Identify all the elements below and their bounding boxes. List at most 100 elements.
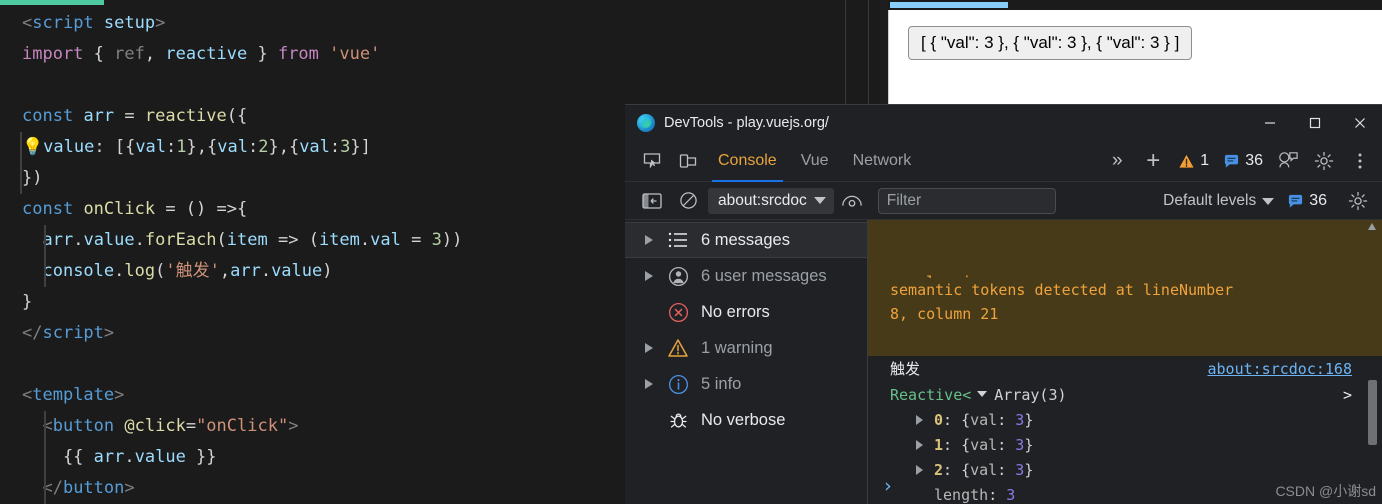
editor-progress-bar (0, 0, 104, 5)
code-token: . (124, 447, 135, 467)
code-token: onClick (83, 199, 156, 219)
chevron-down-icon (813, 197, 826, 204)
console-log-row[interactable]: 触发 about:srcdoc:168 (868, 356, 1382, 382)
more-options-icon[interactable] (1342, 146, 1378, 176)
code-token: value (83, 230, 135, 250)
tab-network-label: Network (852, 151, 912, 169)
lightbulb-icon[interactable]: 💡 (22, 137, 43, 157)
console-log-source-link[interactable]: about:srcdoc:168 (1208, 356, 1353, 382)
message-badge[interactable]: 36 (1223, 152, 1263, 170)
code-token: = (185, 416, 197, 436)
bug-icon (665, 410, 691, 431)
add-tab-button[interactable]: + (1135, 146, 1171, 176)
tab-vue-label: Vue (800, 151, 829, 169)
entry-expand-triangle-icon[interactable] (916, 465, 923, 475)
code-token: { (83, 44, 115, 64)
tab-network[interactable]: Network (841, 140, 924, 182)
devtools-titlebar[interactable]: DevTools - play.vuejs.org/ (625, 105, 1382, 140)
array-summary-label: Array(3) (994, 386, 1067, 404)
scrollbar-thumb[interactable] (1368, 380, 1377, 445)
sidebar-item-label: 1 warning (701, 338, 773, 357)
log-levels-selector[interactable]: Default levels (1163, 192, 1275, 210)
warning-badge[interactable]: 1 (1178, 152, 1209, 170)
close-icon[interactable] (1337, 105, 1382, 140)
console-array-entry[interactable]: 1: {val: 3} (868, 433, 1382, 458)
console-filter-input[interactable]: Filter (877, 187, 1056, 214)
entry-expand-triangle-icon[interactable] (916, 415, 923, 425)
code-token: . (359, 230, 371, 250)
code-token: } (247, 44, 278, 64)
sidebar-item-1-warning[interactable]: 1 warning (625, 330, 867, 366)
console-array-entry[interactable]: 2: {val: 3} (868, 458, 1382, 483)
code-token: import (22, 44, 84, 64)
console-array-entry[interactable]: 0: {val: 3} (868, 408, 1382, 433)
scrollbar-up-arrow-icon[interactable] (1366, 222, 1378, 231)
execution-context-selector[interactable]: about:srcdoc (708, 187, 834, 214)
console-settings-gear-icon[interactable] (1340, 186, 1376, 216)
sidebar-item-no-errors[interactable]: No errors (625, 294, 867, 330)
chevron-double-right-icon: » (1112, 150, 1123, 171)
code-token: @click (124, 416, 186, 436)
sidebar-item-6-messages[interactable]: 6 messages (625, 222, 867, 258)
code-token: value (271, 261, 323, 281)
code-token: )) (441, 230, 463, 250)
disclosure-triangle-icon[interactable] (643, 343, 655, 353)
expand-all-chevron-icon[interactable]: > (1343, 382, 1352, 408)
code-token: = () =>{ (155, 199, 248, 219)
entry-expand-triangle-icon[interactable] (916, 440, 923, 450)
more-tabs-icon[interactable]: » (1099, 146, 1135, 176)
code-token: item (226, 230, 268, 250)
tab-vue[interactable]: Vue (789, 140, 841, 182)
settings-gear-icon[interactable] (1306, 146, 1342, 176)
warning-icon (665, 338, 691, 358)
disclosure-triangle-icon[interactable] (643, 271, 655, 281)
code-token: }) (22, 168, 43, 188)
sidebar-item-no-verbose[interactable]: No verbose (625, 402, 867, 438)
warning-triangle-icon (1179, 154, 1194, 168)
preview-output-button[interactable]: [ { "val": 3 }, { "val": 3 }, { "val": 3… (908, 26, 1193, 60)
code-token: '触发' (165, 261, 220, 281)
csdn-watermark: CSDN @小谢sd (1275, 483, 1376, 499)
console-sidebar-toggle-icon[interactable] (634, 186, 670, 216)
code-token: log (124, 261, 156, 281)
disclosure-triangle-icon[interactable] (643, 235, 655, 245)
filter-right-controls: Default levels 36 (1163, 182, 1376, 220)
code-token: }] (350, 137, 371, 157)
tab-console[interactable]: Console (706, 140, 789, 182)
filter-message-badge[interactable]: 36 (1287, 192, 1327, 210)
clear-console-icon[interactable] (670, 186, 706, 216)
console-output[interactable]: overlapping semantic tokens detected at l… (868, 220, 1382, 504)
console-sidebar: 6 messages 6 user messages No errors 1 warn… (625, 220, 868, 504)
device-toolbar-icon[interactable] (670, 146, 706, 176)
code-token: . (260, 261, 272, 281)
console-warning-message[interactable]: overlapping semantic tokens detected at l… (868, 220, 1382, 356)
maximize-icon[interactable] (1292, 105, 1337, 140)
live-expression-eye-icon[interactable] (834, 186, 870, 216)
console-reactive-row[interactable]: Reactive< Array(3) > (868, 382, 1382, 408)
code-token: val (135, 137, 167, 157)
code-token: arr (83, 106, 115, 126)
sidebar-item-5-info[interactable]: 5 info (625, 366, 867, 402)
sidebar-item-label: 6 messages (701, 230, 790, 249)
editor-line: <script setup> (22, 8, 880, 39)
console-input-prompt-icon[interactable]: › (882, 475, 893, 497)
console-log-label: 触发 (890, 360, 921, 378)
inspect-element-icon[interactable] (634, 146, 670, 176)
code-token: ref (114, 44, 145, 64)
tab-console-label: Console (718, 151, 777, 169)
plus-icon: + (1146, 147, 1161, 174)
code-token: arr (230, 261, 261, 281)
disclosure-triangle-icon[interactable] (643, 379, 655, 389)
console-scrollbar[interactable] (1368, 220, 1380, 504)
code-token: < (22, 385, 33, 405)
feedback-icon[interactable] (1270, 146, 1306, 176)
minimize-icon[interactable] (1247, 105, 1292, 140)
entry-index: 0 (934, 411, 944, 429)
expanded-triangle-icon[interactable] (977, 391, 988, 397)
sidebar-item-6-user-messages[interactable]: 6 user messages (625, 258, 867, 294)
code-token: item (318, 230, 360, 250)
code-token: value (43, 137, 95, 157)
code-token: button (62, 478, 125, 498)
